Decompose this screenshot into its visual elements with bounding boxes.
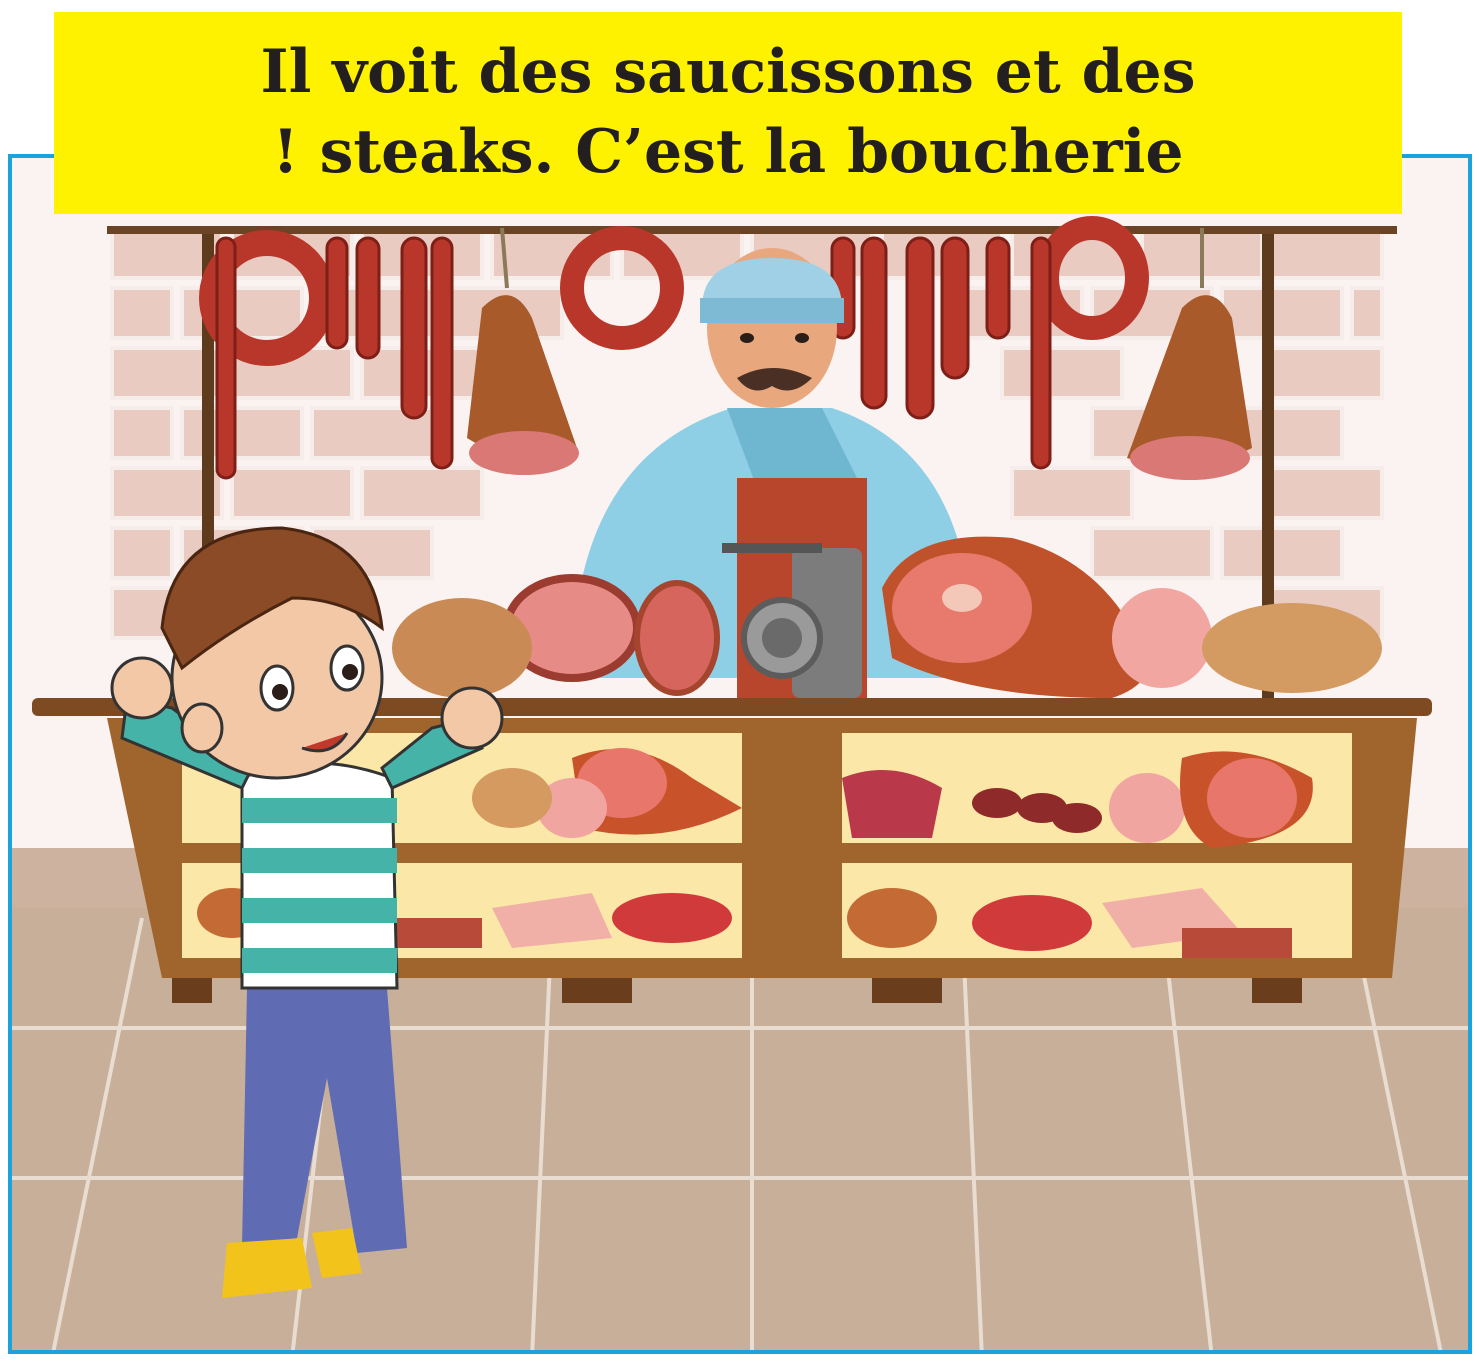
picture-frame [8,154,1472,1354]
butcher-shop-illustration [12,158,1468,1350]
caption-banner: Il voit des saucissons et des ! steaks. … [54,12,1402,214]
boy-fist-right [440,686,504,750]
sausage-pile [847,888,937,948]
caption-line-2: ! steaks. C’est la boucherie [272,117,1184,187]
boy-fist-left [110,656,174,720]
minced-meat [612,893,732,943]
steak [842,770,942,838]
boy-shoe-left [222,1238,312,1298]
caption-line-1: Il voit des saucissons et des [260,37,1196,107]
